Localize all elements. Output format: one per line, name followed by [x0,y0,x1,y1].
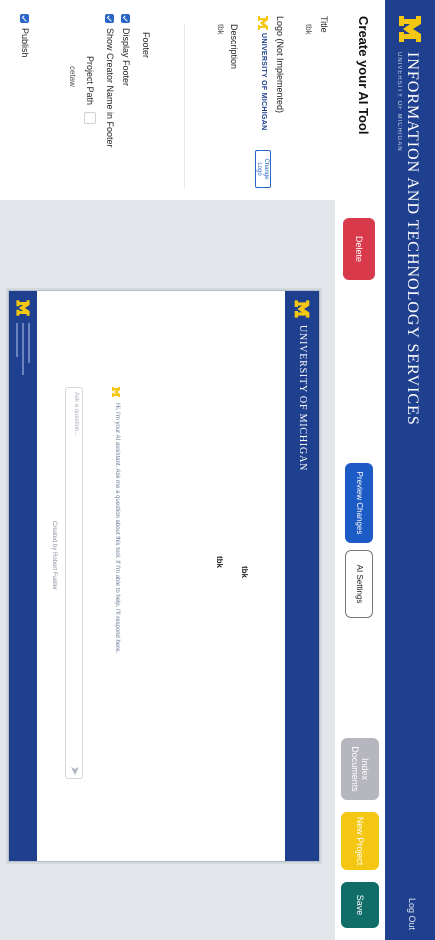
logo-wordmark: UNIVERSITY OF MICHIGAN [260,33,267,131]
university-logo-icon [258,16,268,30]
chat-input-placeholder: Ask a question... [73,392,79,437]
chat-input[interactable]: Ask a question... [65,387,83,779]
title-label: Title [319,16,329,33]
new-project-button[interactable]: New Project [341,812,379,870]
footer-text-line [28,323,30,363]
change-logo-button[interactable]: Change Logo [255,150,271,188]
description-label: Description [229,24,239,70]
delete-button[interactable]: Delete [343,218,375,280]
publish-label: Publish [20,28,30,58]
show-creator-label: Show Creator Name in Footer [105,28,115,148]
preview-logo-icon [294,300,310,318]
toolbar: Create your AI Tool Delete Preview Chang… [334,0,385,940]
display-footer-label: Display Footer [121,28,131,87]
project-path-input[interactable]: cetaw [68,66,77,87]
publish-checkbox[interactable] [20,14,29,23]
block-m-logo-icon [399,16,421,42]
description-input[interactable]: tbk [216,24,225,35]
assistant-welcome-message: Hi, I'm your AI assistant. Ask me a ques… [114,403,120,654]
send-icon[interactable] [71,767,79,775]
settings-panel: Title tbk Logo (Not Implemented) UNIVERS… [0,0,335,200]
footer-text-line [16,323,18,357]
preview-header: UNIVERSITY OF MICHIGAN [285,291,319,861]
page-title: Create your AI Tool [356,16,371,135]
footer-logo-icon [16,300,30,316]
title-input[interactable]: tbk [304,24,313,35]
save-button[interactable]: Save [341,882,379,928]
header-title: INFORMATION AND TECHNOLOGY SERVICES [404,52,421,426]
preview-frame: UNIVERSITY OF MICHIGAN tbk tbk Hi, I'm y… [8,290,320,862]
ai-settings-button[interactable]: AI Settings [345,550,373,618]
header-subtitle: UNIVERSITY OF MICHIGAN [396,52,402,152]
logo-label: Logo (Not Implemented) [275,16,285,114]
preview-changes-button[interactable]: Preview Changes [345,463,373,543]
assistant-icon [112,387,120,397]
footer-text-line [22,323,24,375]
description-underline [184,24,185,189]
preview-header-title: UNIVERSITY OF MICHIGAN [297,325,308,472]
preview-tool-description: tbk [215,556,224,568]
preview-footer [9,291,37,861]
site-header: INFORMATION AND TECHNOLOGY SERVICES UNIV… [385,0,435,940]
footer-label: Footer [141,32,151,59]
preview-tool-name: tbk [240,566,249,578]
logout-link[interactable]: Log Out [407,898,417,930]
created-by-text: Created by Robert Fueller [51,521,57,591]
display-footer-checkbox[interactable] [121,14,130,23]
preview-area: UNIVERSITY OF MICHIGAN tbk tbk Hi, I'm y… [0,200,335,940]
app-window: INFORMATION AND TECHNOLOGY SERVICES UNIV… [0,0,435,940]
index-documents-button[interactable]: Index Documents [341,738,379,800]
project-path-info-icon [84,112,96,124]
project-path-label: Project Path [85,56,95,106]
show-creator-checkbox[interactable] [105,14,114,23]
